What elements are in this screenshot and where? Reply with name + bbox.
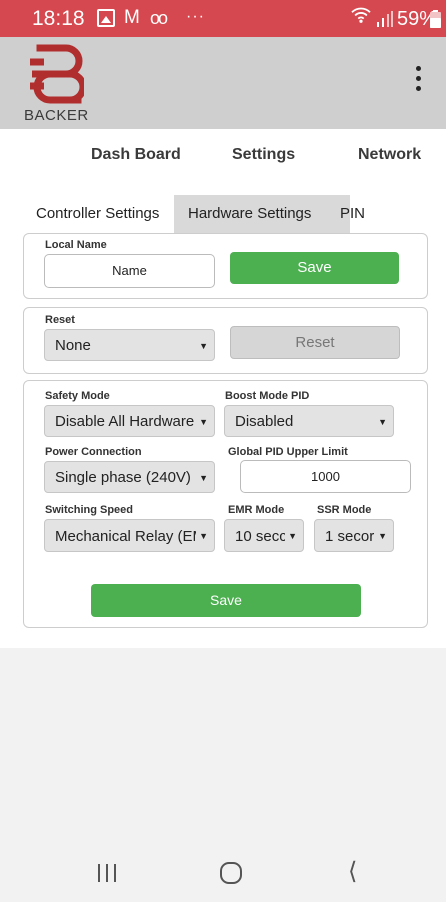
ssr-mode-select[interactable]: 1 secor ▼ — [314, 519, 394, 552]
brand-name: BACKER — [24, 107, 89, 124]
boost-mode-pid-label: Boost Mode PID — [225, 390, 310, 402]
tab-controller-settings[interactable]: Controller Settings — [22, 195, 174, 233]
emr-mode-select[interactable]: 10 secc ▼ — [224, 519, 304, 552]
dropdown-caret-icon: ▼ — [199, 341, 208, 351]
system-nav-bar: ⟨ — [0, 846, 446, 902]
safety-mode-value: Disable All Hardware ( — [55, 413, 204, 430]
battery-icon — [430, 10, 441, 28]
power-connection-value: Single phase (240V) — [55, 469, 191, 486]
tab-hardware-settings[interactable]: Hardware Settings — [174, 195, 350, 233]
reset-label: Reset — [45, 314, 75, 326]
ssr-mode-label: SSR Mode — [317, 504, 372, 516]
kebab-menu-icon[interactable] — [408, 64, 428, 94]
reset-button[interactable]: Reset — [230, 326, 400, 359]
app-header: BACKER — [0, 37, 446, 129]
dropdown-caret-icon: ▼ — [285, 520, 297, 551]
local-name-input[interactable]: Name — [44, 254, 215, 288]
dropdown-caret-icon: ▼ — [196, 462, 208, 492]
status-bar: 18:18 M oo ··· 59% — [0, 0, 446, 37]
back-icon[interactable]: ⟨ — [348, 857, 357, 886]
reset-select[interactable]: None ▼ — [44, 329, 215, 361]
safety-mode-label: Safety Mode — [45, 390, 110, 402]
mail-icon: M — [124, 7, 140, 28]
nav-settings[interactable]: Settings — [232, 146, 295, 164]
boost-mode-pid-select[interactable]: Disabled ▼ — [224, 405, 394, 437]
switching-speed-label: Switching Speed — [45, 504, 134, 516]
global-pid-upper-limit-input[interactable]: 1000 — [240, 460, 411, 493]
hardware-panel: Safety Mode Disable All Hardware ( ▼ Boo… — [23, 380, 428, 628]
reset-select-value: None — [55, 337, 91, 354]
power-connection-label: Power Connection — [45, 446, 142, 458]
switching-speed-select[interactable]: Mechanical Relay (EM ▼ — [44, 519, 215, 552]
voicemail-icon: oo — [150, 8, 168, 28]
signal-icon — [377, 11, 393, 27]
local-name-save-button[interactable]: Save — [230, 252, 399, 284]
hardware-save-button[interactable]: Save — [91, 584, 361, 617]
boost-mode-pid-value: Disabled — [235, 413, 294, 430]
emr-mode-label: EMR Mode — [228, 504, 285, 516]
recent-apps-icon[interactable] — [98, 864, 118, 882]
power-connection-select[interactable]: Single phase (240V) ▼ — [44, 461, 215, 493]
backer-logo-icon — [30, 44, 84, 104]
ssr-mode-value: 1 secor — [325, 528, 375, 545]
home-icon[interactable] — [220, 862, 242, 884]
nav-network[interactable]: Network — [358, 146, 421, 164]
safety-mode-select[interactable]: Disable All Hardware ( ▼ — [44, 405, 215, 437]
emr-mode-value: 10 secc — [235, 528, 287, 545]
dropdown-caret-icon: ▼ — [196, 520, 208, 551]
gallery-icon — [97, 9, 115, 27]
more-dots-icon: ··· — [186, 8, 205, 25]
status-time: 18:18 — [32, 7, 85, 30]
global-pid-upper-limit-label: Global PID Upper Limit — [228, 446, 348, 458]
dropdown-caret-icon: ▼ — [378, 417, 387, 427]
reset-panel: Reset None ▼ Reset — [23, 307, 428, 374]
tab-pin[interactable]: PIN — [326, 195, 380, 233]
dropdown-caret-icon: ▼ — [196, 406, 208, 436]
top-nav: Dash Board Settings Network — [0, 146, 446, 166]
nav-dash-board[interactable]: Dash Board — [91, 146, 181, 164]
local-name-panel: Local Name Name Save — [23, 233, 428, 299]
dropdown-caret-icon: ▼ — [375, 520, 387, 551]
switching-speed-value: Mechanical Relay (EM — [55, 528, 206, 545]
local-name-label: Local Name — [45, 239, 107, 251]
wifi-icon — [351, 7, 371, 23]
